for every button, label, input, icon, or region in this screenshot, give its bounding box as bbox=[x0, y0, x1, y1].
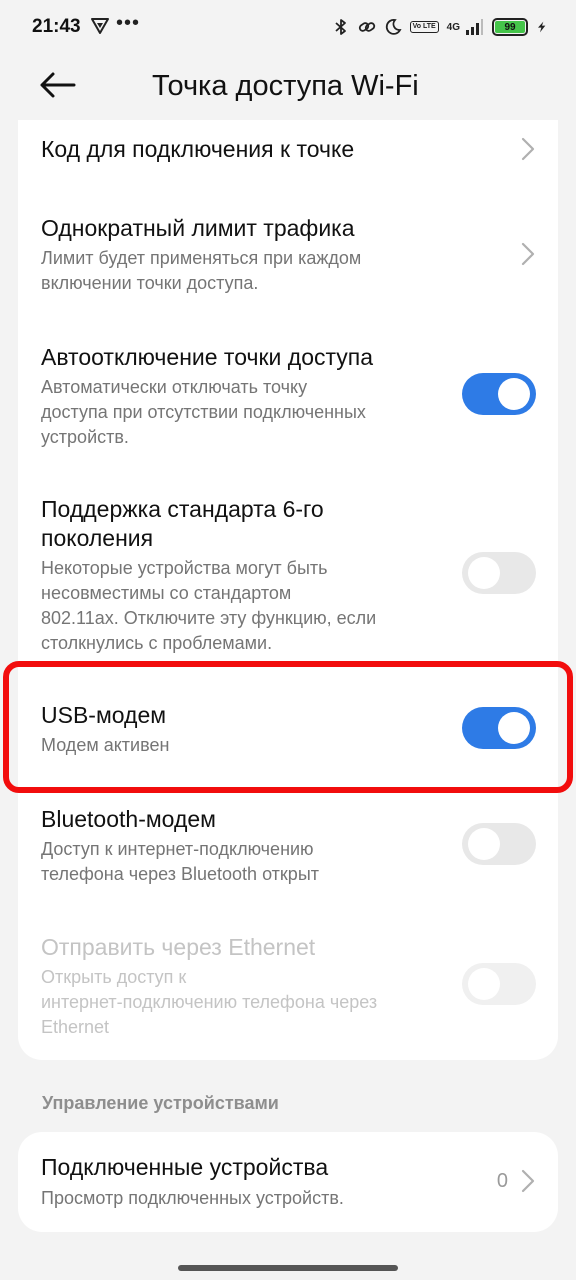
setting-subtitle: Некоторые устройства могут быть bbox=[41, 558, 328, 578]
setting-bluetooth-modem[interactable]: Bluetooth-модем Доступ к интернет-подклю… bbox=[18, 800, 558, 910]
battery-level: 99 bbox=[495, 21, 525, 33]
bluetooth-modem-toggle[interactable] bbox=[462, 823, 536, 865]
setting-title: Отправить через Ethernet bbox=[41, 934, 316, 960]
vpn-shield-icon bbox=[91, 18, 109, 34]
auto-disable-toggle[interactable] bbox=[462, 373, 536, 415]
back-button[interactable] bbox=[36, 68, 80, 102]
connected-devices-title: Подключенные устройства bbox=[41, 1154, 329, 1180]
setting-subtitle: столкнулись с проблемами. bbox=[41, 633, 273, 653]
toggle-knob bbox=[468, 828, 500, 860]
setting-auto-disable[interactable]: Автоотключение точки доступа Автоматичес… bbox=[18, 330, 558, 460]
setting-subtitle: интернет-подключению телефона через bbox=[41, 992, 378, 1012]
setting-wifi6-support[interactable]: Поддержка стандарта 6-го поколения Некот… bbox=[18, 490, 558, 660]
network-type-label: 4G bbox=[446, 21, 460, 33]
gesture-navigation-bar[interactable] bbox=[178, 1265, 398, 1271]
status-icons: Vo LTE 4G 99 bbox=[332, 14, 548, 40]
setting-subtitle: Открыть доступ к bbox=[41, 967, 187, 987]
setting-subtitle: телефона через Bluetooth открыт bbox=[41, 864, 319, 884]
connected-devices-count: 0 bbox=[496, 1170, 508, 1192]
setting-subtitle: Доступ к интернет-подключению bbox=[41, 839, 314, 859]
toggle-knob bbox=[468, 557, 500, 589]
setting-title: поколения bbox=[41, 525, 154, 551]
charging-bolt-icon bbox=[538, 21, 546, 33]
bluetooth-icon bbox=[334, 19, 346, 35]
setting-subtitle: устройств. bbox=[41, 427, 129, 447]
chevron-right-icon bbox=[521, 137, 535, 161]
setting-title: Однократный лимит трафика bbox=[41, 215, 355, 241]
chevron-right-icon bbox=[521, 242, 535, 266]
setting-traffic-limit[interactable]: Однократный лимит трафика Лимит будет пр… bbox=[18, 200, 558, 310]
setting-title: Код для подключения к точке bbox=[41, 136, 355, 162]
wifi6-toggle[interactable] bbox=[462, 552, 536, 594]
link-icon bbox=[358, 22, 375, 32]
usb-modem-highlight-frame bbox=[3, 661, 573, 793]
arrow-left-icon bbox=[40, 72, 76, 98]
signal-icon bbox=[466, 19, 483, 35]
setting-subtitle: доступа при отсутствии подключенных bbox=[41, 402, 366, 422]
volte-icon: Vo LTE bbox=[409, 21, 439, 33]
do-not-disturb-moon-icon bbox=[385, 19, 402, 35]
toggle-knob bbox=[498, 378, 530, 410]
setting-subtitle: Лимит будет применяться при каждом bbox=[41, 248, 362, 268]
app-header: Точка доступа Wi-Fi bbox=[0, 56, 576, 120]
setting-connection-code[interactable]: Код для подключения к точке bbox=[18, 120, 558, 190]
setting-subtitle: 802.11ax. Отключите эту функцию, если bbox=[41, 608, 377, 628]
section-header-device-management: Управление устройствами bbox=[42, 1093, 279, 1113]
setting-title: Поддержка стандарта 6-го bbox=[41, 496, 324, 522]
more-notifications-icon: ••• bbox=[116, 12, 141, 34]
setting-subtitle: несовместимы со стандартом bbox=[41, 583, 292, 603]
settings-card: Код для подключения к точке Однократный … bbox=[18, 120, 558, 1060]
setting-ethernet-share: Отправить через Ethernet Открыть доступ … bbox=[18, 930, 558, 1050]
setting-subtitle: Ethernet bbox=[41, 1017, 110, 1037]
battery-icon: 99 bbox=[492, 18, 528, 36]
setting-subtitle: Автоматически отключать точку bbox=[41, 377, 308, 397]
setting-title: Автоотключение точки доступа bbox=[41, 344, 374, 370]
chevron-right-icon bbox=[521, 1169, 535, 1193]
status-time: 21:43 bbox=[32, 16, 81, 37]
ethernet-toggle bbox=[462, 963, 536, 1005]
setting-title: Bluetooth-модем bbox=[41, 806, 216, 832]
connected-devices-card[interactable]: Подключенные устройства Просмотр подключ… bbox=[18, 1132, 558, 1232]
page-title: Точка доступа Wi-Fi bbox=[152, 70, 419, 102]
toggle-knob bbox=[468, 968, 500, 1000]
connected-devices-subtitle: Просмотр подключенных устройств. bbox=[41, 1188, 344, 1208]
screen: 21:43 ••• Vo LTE 4G 99 Точка доступа Wi-… bbox=[0, 0, 576, 1280]
setting-subtitle: включении точки доступа. bbox=[41, 273, 259, 293]
status-bar: 21:43 ••• Vo LTE 4G 99 bbox=[0, 0, 576, 56]
